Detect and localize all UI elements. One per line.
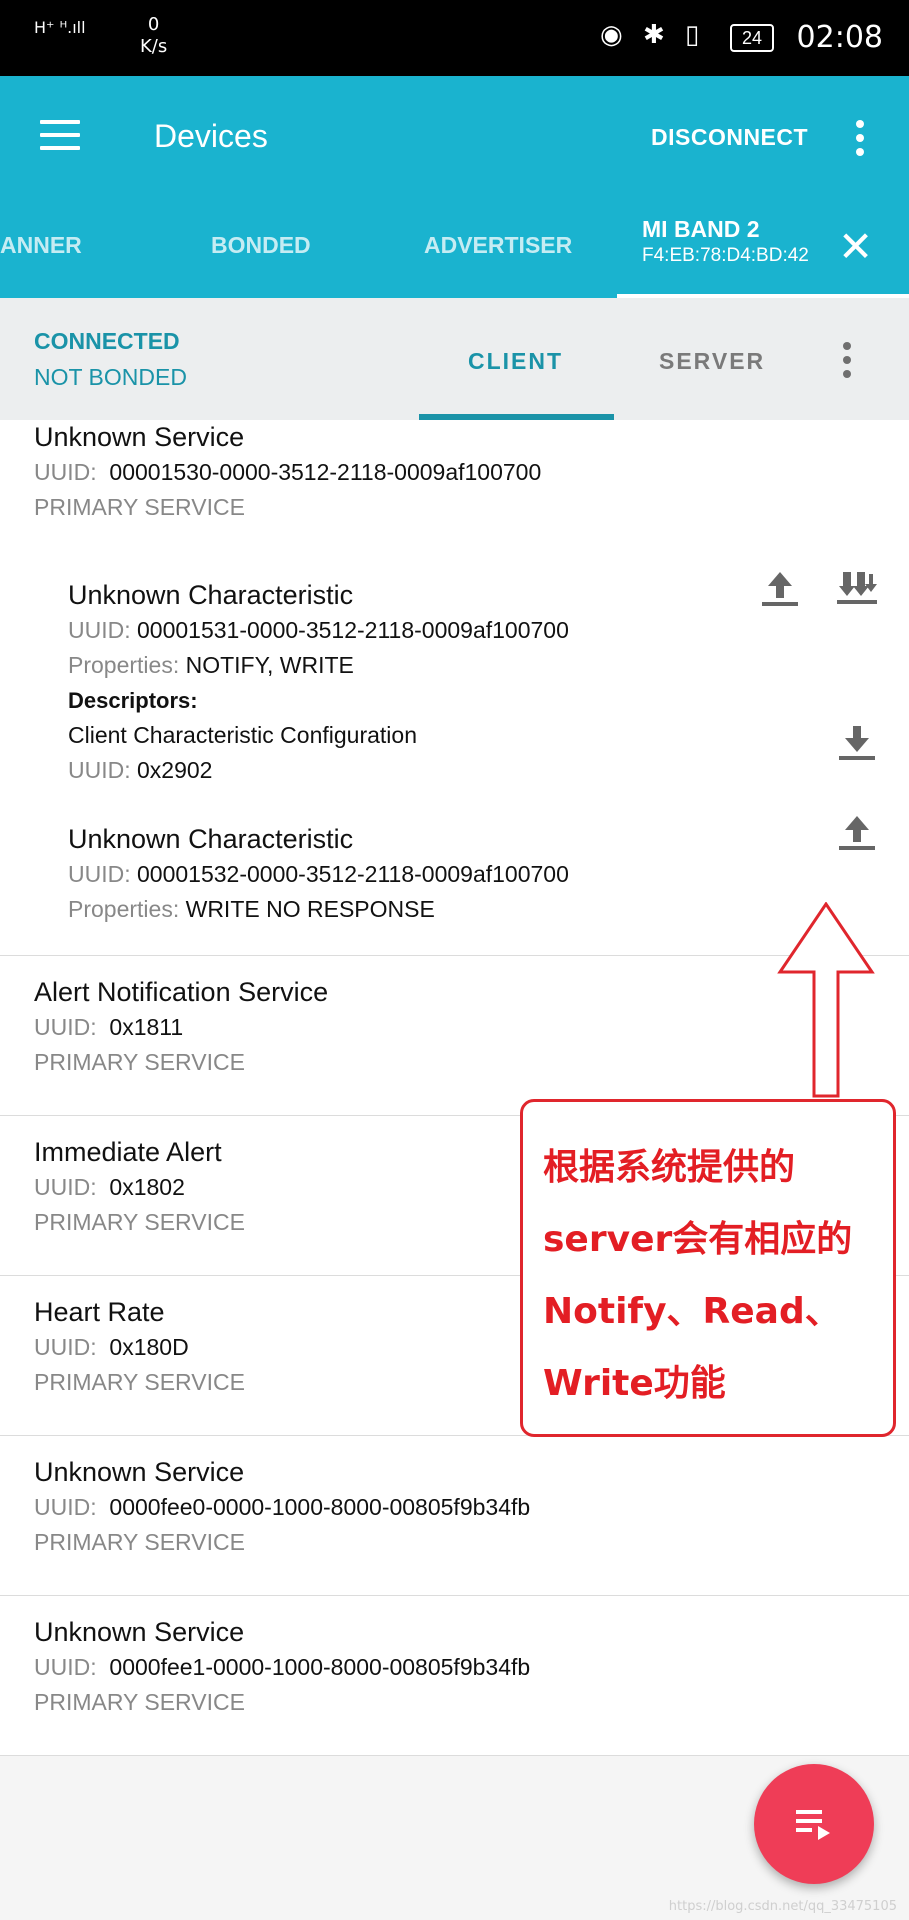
service-type: PRIMARY SERVICE: [34, 1529, 245, 1555]
tab-device[interactable]: MI BAND 2 F4:EB:78:D4:BD:42: [642, 216, 809, 267]
tab-advertiser[interactable]: ADVERTISER: [424, 232, 572, 259]
network-speed-unit: K/s: [140, 36, 168, 57]
descriptor-name: Client Characteristic Configuration: [68, 722, 417, 748]
service-name: Heart Rate: [34, 1297, 165, 1327]
uuid-value: 0x180D: [109, 1334, 189, 1360]
annotation-line: server会有相应的: [543, 1219, 853, 1260]
uuid-value: 0x1811: [109, 1014, 184, 1040]
properties-label: Properties:: [68, 896, 180, 922]
descriptors-heading: Descriptors:: [68, 688, 198, 713]
connection-state: CONNECTED: [34, 328, 180, 354]
clock: 02:08: [796, 20, 883, 55]
uuid-label: UUID:: [68, 861, 131, 887]
write-icon[interactable]: [835, 810, 879, 854]
service-uuid: UUID: 00001530-0000-3512-2118-0009af1007…: [34, 455, 541, 490]
status-bar: H⁺ ᴴ.ıll 0 K/s ◉ ✱ ▯ 24 02:08: [0, 0, 909, 76]
connection-bar: CONNECTED NOT BONDED CLIENT SERVER: [0, 298, 909, 421]
tab-device-label: MI BAND 2: [642, 216, 760, 242]
annotation-line: Write功能: [543, 1363, 726, 1404]
characteristic-name: Unknown Characteristic: [68, 580, 354, 610]
uuid-label: UUID:: [68, 617, 131, 643]
uuid-value: 0x2902: [137, 757, 213, 783]
uuid-label: UUID:: [34, 1334, 97, 1360]
tab-server[interactable]: SERVER: [659, 348, 765, 375]
page-title: Devices: [154, 118, 268, 154]
network-speed-value: 0: [147, 14, 160, 35]
uuid-label: UUID:: [68, 757, 131, 783]
service-item[interactable]: Alert Notification Service UUID: 0x1811 …: [0, 955, 909, 1116]
battery-icon: 24: [730, 24, 774, 52]
service-type: PRIMARY SERVICE: [34, 1689, 245, 1715]
service-name: Unknown Service: [34, 1617, 245, 1647]
read-descriptor-icon[interactable]: [835, 720, 879, 764]
tab-scanner[interactable]: ANNER: [0, 232, 82, 259]
service-list: Unknown Service UUID: 00001530-0000-3512…: [0, 420, 909, 1756]
service-item[interactable]: Unknown Service UUID: 00001530-0000-3512…: [0, 420, 909, 956]
annotation-arrow: [777, 902, 875, 1098]
tab-bonded[interactable]: BONDED: [211, 232, 311, 259]
notify-icon[interactable]: [835, 566, 879, 610]
tab-device-address: F4:EB:78:D4:BD:42: [642, 245, 809, 266]
close-icon[interactable]: ✕: [838, 226, 873, 268]
connection-options-icon[interactable]: [843, 342, 851, 384]
annotation-callout: 根据系统提供的 server会有相应的 Notify、Read、 Write功能: [520, 1099, 896, 1437]
properties-label: Properties:: [68, 652, 180, 678]
tab-client[interactable]: CLIENT: [468, 348, 563, 375]
uuid-value: 0x1802: [109, 1174, 185, 1200]
disconnect-button[interactable]: DISCONNECT: [651, 124, 808, 151]
menu-icon[interactable]: [40, 120, 80, 150]
service-name: Immediate Alert: [34, 1137, 222, 1167]
more-options-icon[interactable]: [856, 120, 864, 162]
service-type: PRIMARY SERVICE: [34, 1049, 245, 1075]
system-icons: ◉ ✱ ▯: [600, 20, 706, 50]
service-name: Unknown Service: [34, 422, 245, 452]
annotation-text: 根据系统提供的 server会有相应的 Notify、Read、 Write功能: [543, 1132, 852, 1420]
uuid-value: 00001530-0000-3512-2118-0009af100700: [109, 459, 542, 485]
uuid-label: UUID:: [34, 1014, 97, 1040]
uuid-label: UUID:: [34, 459, 97, 485]
log-fab-button[interactable]: [754, 1764, 874, 1884]
service-name: Alert Notification Service: [34, 977, 329, 1007]
bond-state: NOT BONDED: [34, 364, 187, 390]
service-type: PRIMARY SERVICE: [34, 1369, 245, 1395]
characteristic-name: Unknown Characteristic: [68, 824, 354, 854]
uuid-label: UUID:: [34, 1174, 97, 1200]
service-type: PRIMARY SERVICE: [34, 1209, 245, 1235]
uuid-value: 0000fee0-0000-1000-8000-00805f9b34fb: [109, 1494, 531, 1520]
uuid-value: 0000fee1-0000-1000-8000-00805f9b34fb: [109, 1654, 531, 1680]
log-list-icon: [796, 1810, 830, 1840]
service-type: PRIMARY SERVICE: [34, 494, 245, 520]
properties-value: WRITE NO RESPONSE: [185, 896, 435, 922]
signal-icon: H⁺ ᴴ.ıll: [34, 18, 86, 37]
annotation-line: 根据系统提供的: [543, 1147, 796, 1188]
characteristic-item[interactable]: Unknown Characteristic UUID: 00001532-00…: [68, 822, 569, 927]
service-item[interactable]: Unknown Service UUID: 0000fee1-0000-1000…: [0, 1595, 909, 1756]
uuid-label: UUID:: [34, 1654, 97, 1680]
characteristic-item[interactable]: Unknown Characteristic UUID: 00001531-00…: [68, 578, 569, 788]
service-item[interactable]: Unknown Service UUID: 0000fee0-0000-1000…: [0, 1435, 909, 1596]
properties-value: NOTIFY, WRITE: [185, 652, 354, 678]
service-name: Unknown Service: [34, 1457, 245, 1487]
network-speed: 0 K/s: [140, 14, 167, 58]
annotation-line: Notify、Read、: [543, 1291, 841, 1332]
uuid-value: 00001532-0000-3512-2118-0009af100700: [137, 861, 569, 887]
uuid-value: 00001531-0000-3512-2118-0009af100700: [137, 617, 569, 643]
write-icon[interactable]: [758, 566, 802, 610]
watermark: https://blog.csdn.net/qq_33475105: [668, 1899, 897, 1914]
uuid-label: UUID:: [34, 1494, 97, 1520]
